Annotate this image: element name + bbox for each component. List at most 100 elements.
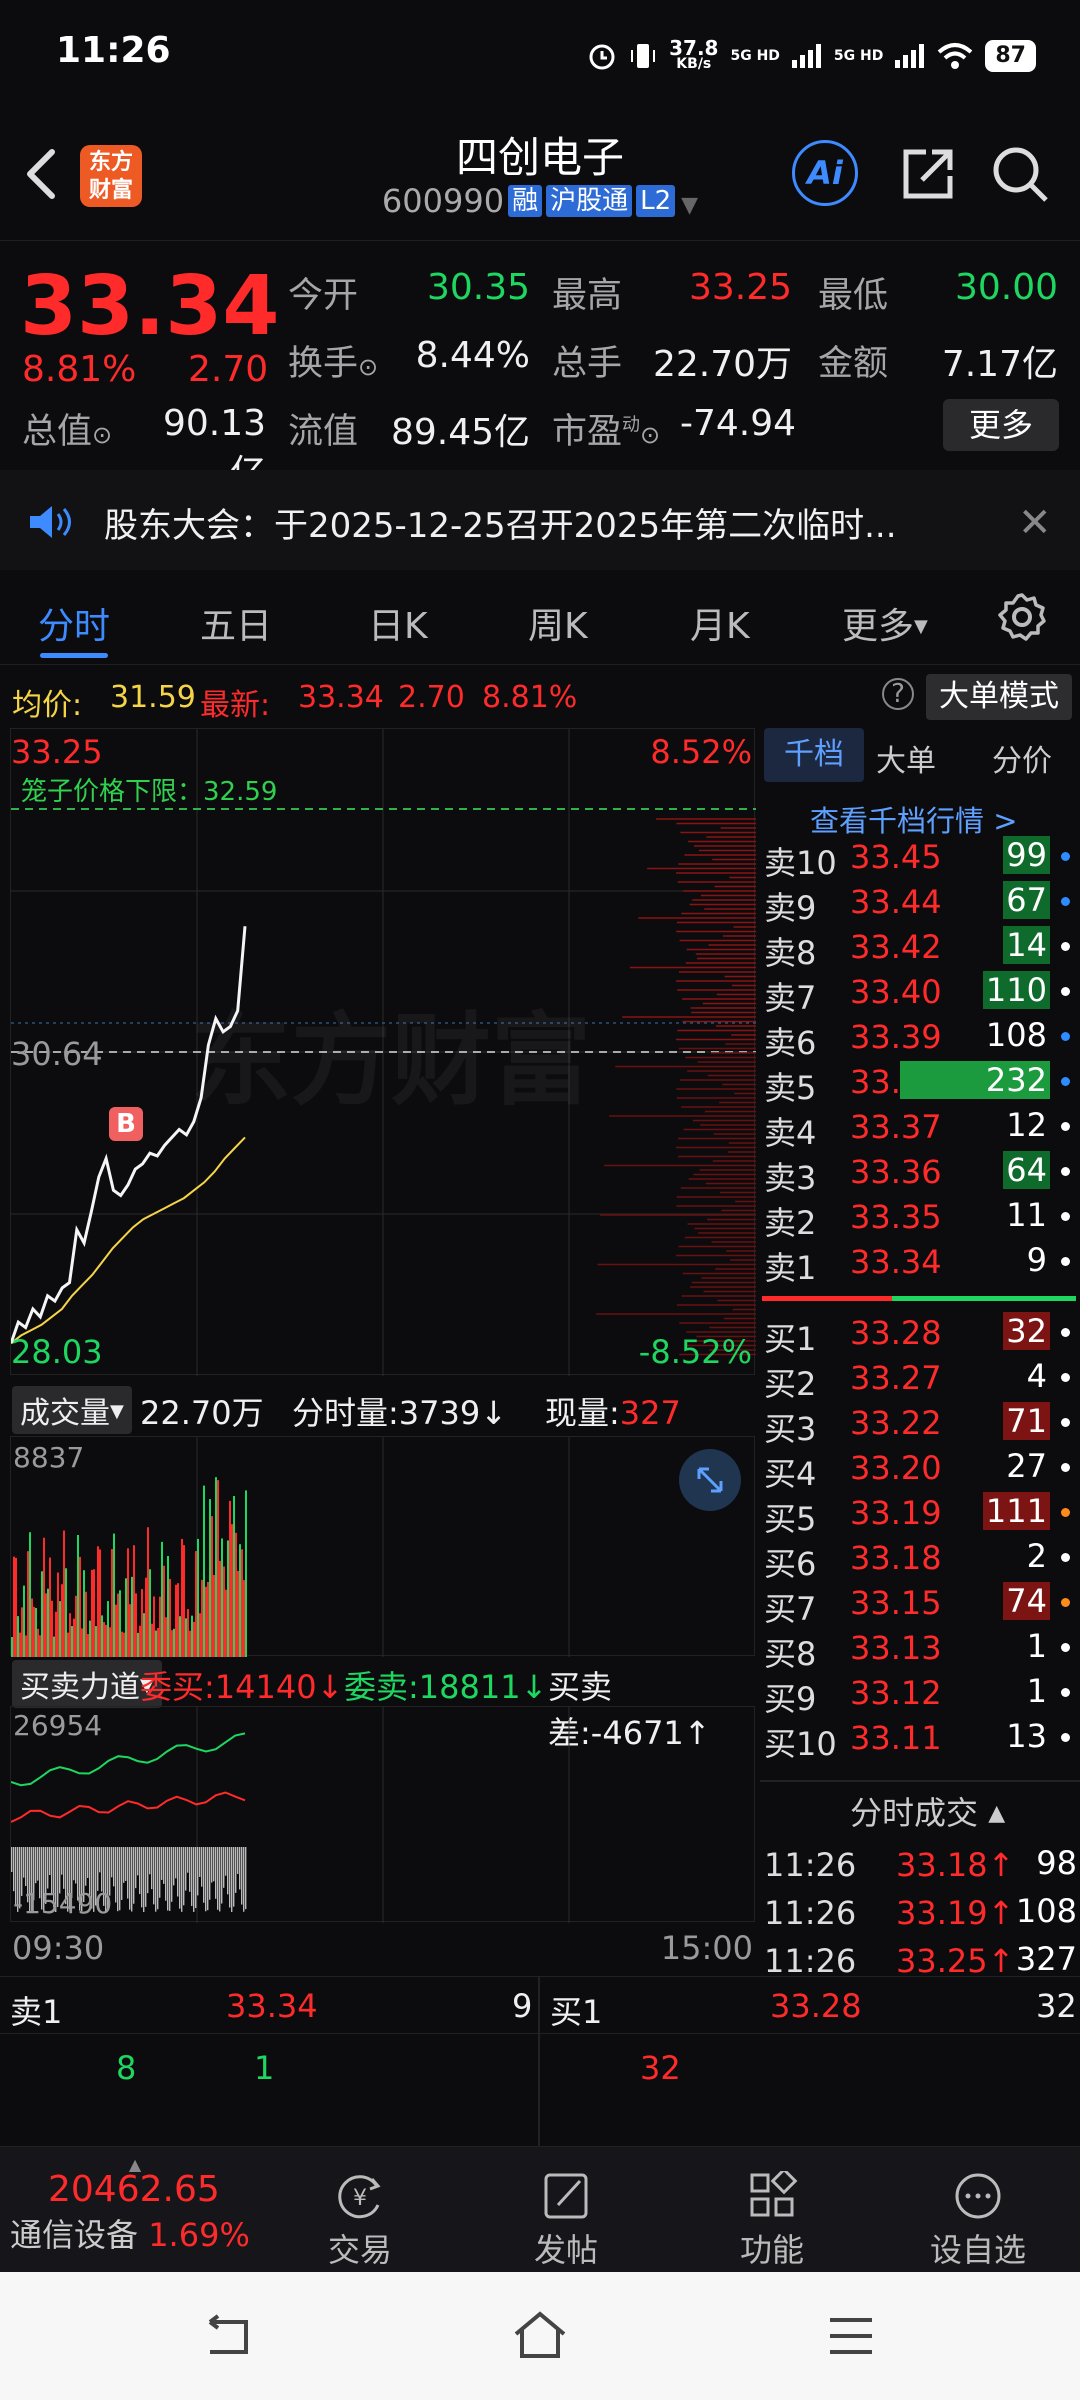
force-bar (151, 1847, 153, 1890)
trade-button[interactable]: ¥ 交易 (290, 2171, 430, 2271)
buy-marker[interactable]: B (109, 1107, 143, 1141)
bid-row[interactable]: 买2 33.27 4 (760, 1355, 1080, 1403)
bid-row[interactable]: 买6 33.18 2 (760, 1535, 1080, 1583)
expand-chart-button[interactable] (679, 1449, 741, 1511)
tab-monthly-k[interactable]: 月K (690, 597, 750, 649)
ai-button[interactable]: Ai (792, 140, 858, 206)
chevron-up-icon: ▲ (988, 1801, 1006, 1826)
chevron-up-icon: ▲ (128, 2155, 142, 2174)
bottom-ask-qty: 9 (512, 1987, 533, 2025)
sector-index[interactable]: ▲ 20462.65 通信设备 1.69% (10, 2155, 260, 2265)
bid-label: 买9 (764, 1680, 817, 1718)
close-icon[interactable]: ✕ (1018, 500, 1052, 546)
change-percent: 8.81% (22, 349, 137, 390)
speaker-icon (30, 506, 71, 538)
share-icon[interactable] (898, 144, 958, 204)
tab-daily-k[interactable]: 日K (368, 597, 428, 649)
ask-row[interactable]: 卖5 33.38 232 (760, 1059, 1080, 1107)
tab-weekly-k[interactable]: 周K (528, 597, 588, 649)
bid-row[interactable]: 买7 33.15 74 (760, 1580, 1080, 1628)
bid-price: 33.27 (850, 1359, 942, 1397)
tick-time: 11:26 (764, 1846, 857, 1884)
nav-home-icon[interactable] (512, 2310, 568, 2360)
tab-more[interactable]: 更多▼ (842, 597, 928, 649)
volume-bar (137, 1632, 139, 1657)
signal-bars-icon-2 (895, 44, 925, 68)
volume-bar (191, 1615, 193, 1657)
volume-selector[interactable]: 成交量▼ (12, 1386, 132, 1434)
tab-level-thousand[interactable]: 千档 (764, 728, 864, 782)
bid-row[interactable]: 买9 33.12 1 (760, 1670, 1080, 1718)
ask-row[interactable]: 卖1 33.34 9 (760, 1239, 1080, 1287)
bid-row[interactable]: 买10 33.11 13 (760, 1715, 1080, 1763)
active-tab-underline (40, 653, 108, 658)
volume-bar (141, 1589, 143, 1657)
force-bar (239, 1847, 241, 1890)
volume-bar (51, 1600, 53, 1657)
ask-label: 卖10 (764, 844, 837, 882)
search-icon[interactable] (990, 144, 1050, 204)
bid-label: 买7 (764, 1590, 817, 1628)
prev-close-label: 30.64 (11, 1035, 103, 1073)
add-watchlist-button[interactable]: 设自选 (908, 2171, 1048, 2271)
nav-back-icon[interactable] (200, 2314, 254, 2358)
bottom-ask-label: 卖1 (10, 1993, 63, 2031)
bid-price: 33.18 (850, 1539, 942, 1577)
more-quote-button[interactable]: 更多 (943, 399, 1059, 451)
bid-row[interactable]: 买8 33.13 1 (760, 1625, 1080, 1673)
tick-row: 11:26 33.19↑ 108 (760, 1890, 1080, 1935)
open-value: 30.35 (426, 267, 530, 308)
bid-row[interactable]: 买4 33.20 27 (760, 1445, 1080, 1493)
volume-bar (109, 1627, 111, 1657)
force-bar (173, 1847, 175, 1886)
ask-dot-icon (1061, 1167, 1070, 1176)
function-button[interactable]: 功能 (702, 2171, 842, 2271)
gear-icon[interactable] (996, 591, 1048, 643)
vibrate-icon (631, 44, 656, 68)
help-icon[interactable]: ? (882, 678, 914, 710)
ask-row[interactable]: 卖8 33.42 14 (760, 924, 1080, 972)
ask-row[interactable]: 卖6 33.39 108 (760, 1014, 1080, 1062)
tab-five-day[interactable]: 五日 (200, 597, 272, 649)
volume-bar (85, 1591, 87, 1657)
tab-big-order[interactable]: 大单 (876, 736, 936, 780)
force-bar (205, 1847, 207, 1912)
bid-row[interactable]: 买5 33.19 111 (760, 1490, 1080, 1538)
force-max-label: 26954 (13, 1709, 103, 1742)
tab-intraday[interactable]: 分时 (38, 597, 110, 649)
ask-row[interactable]: 卖9 33.44 67 (760, 879, 1080, 927)
nav-menu-icon[interactable] (826, 2314, 876, 2358)
volume-bar (49, 1557, 51, 1657)
index-value: 20462.65 (48, 2169, 220, 2210)
ask-label: 卖5 (764, 1069, 817, 1107)
ask-label: 卖3 (764, 1159, 817, 1197)
big-order-mode-button[interactable]: 大单模式 (926, 674, 1072, 720)
ask-row[interactable]: 卖7 33.40 110 (760, 969, 1080, 1017)
ask-row[interactable]: 卖3 33.36 64 (760, 1149, 1080, 1197)
bid-row[interactable]: 买3 33.22 71 (760, 1400, 1080, 1448)
bid-row[interactable]: 买1 33.28 32 (760, 1310, 1080, 1358)
ask-row[interactable]: 卖10 33.45 99 (760, 834, 1080, 882)
status-icons: 37.8 KB/s 5G HD 5G HD 87 (587, 36, 1036, 76)
notice-bar[interactable]: 股东大会：于2025-12-25召开2025年第二次临时... ✕ (0, 470, 1080, 570)
force-chart[interactable]: 26954 -15490 (10, 1706, 755, 1923)
tick-list[interactable]: 分时成交 ▲ 11:26 33.18↑ 98 11:26 33.19↑ 108 11:26 3… (760, 1782, 1080, 1980)
volume-bar (105, 1624, 107, 1657)
ask-row[interactable]: 卖4 33.37 12 (760, 1104, 1080, 1152)
force-bar (245, 1847, 247, 1910)
intraday-chart[interactable]: 东方财富 33.25 8.52% 笼子价格下限：32.59 30.64 28.0… (9, 728, 756, 1376)
bottom-bid-qty: 32 (1036, 1987, 1077, 2025)
volume-bar (213, 1575, 215, 1657)
tab-price-split[interactable]: 分价 (992, 736, 1052, 780)
force-bar (11, 1847, 13, 1872)
post-button[interactable]: 发帖 (496, 2171, 636, 2271)
volume-bar (59, 1601, 61, 1657)
volume-bar (21, 1607, 23, 1657)
volume-chart[interactable]: 8837 (10, 1436, 755, 1657)
ask-row[interactable]: 卖2 33.35 11 (760, 1194, 1080, 1242)
volume-bar (27, 1551, 29, 1657)
volume-bar (211, 1516, 213, 1657)
chevron-down-icon: ▼ (110, 1401, 124, 1422)
force-bar (61, 1847, 63, 1875)
ticks-title[interactable]: 分时成交 ▲ (850, 1788, 1005, 1834)
